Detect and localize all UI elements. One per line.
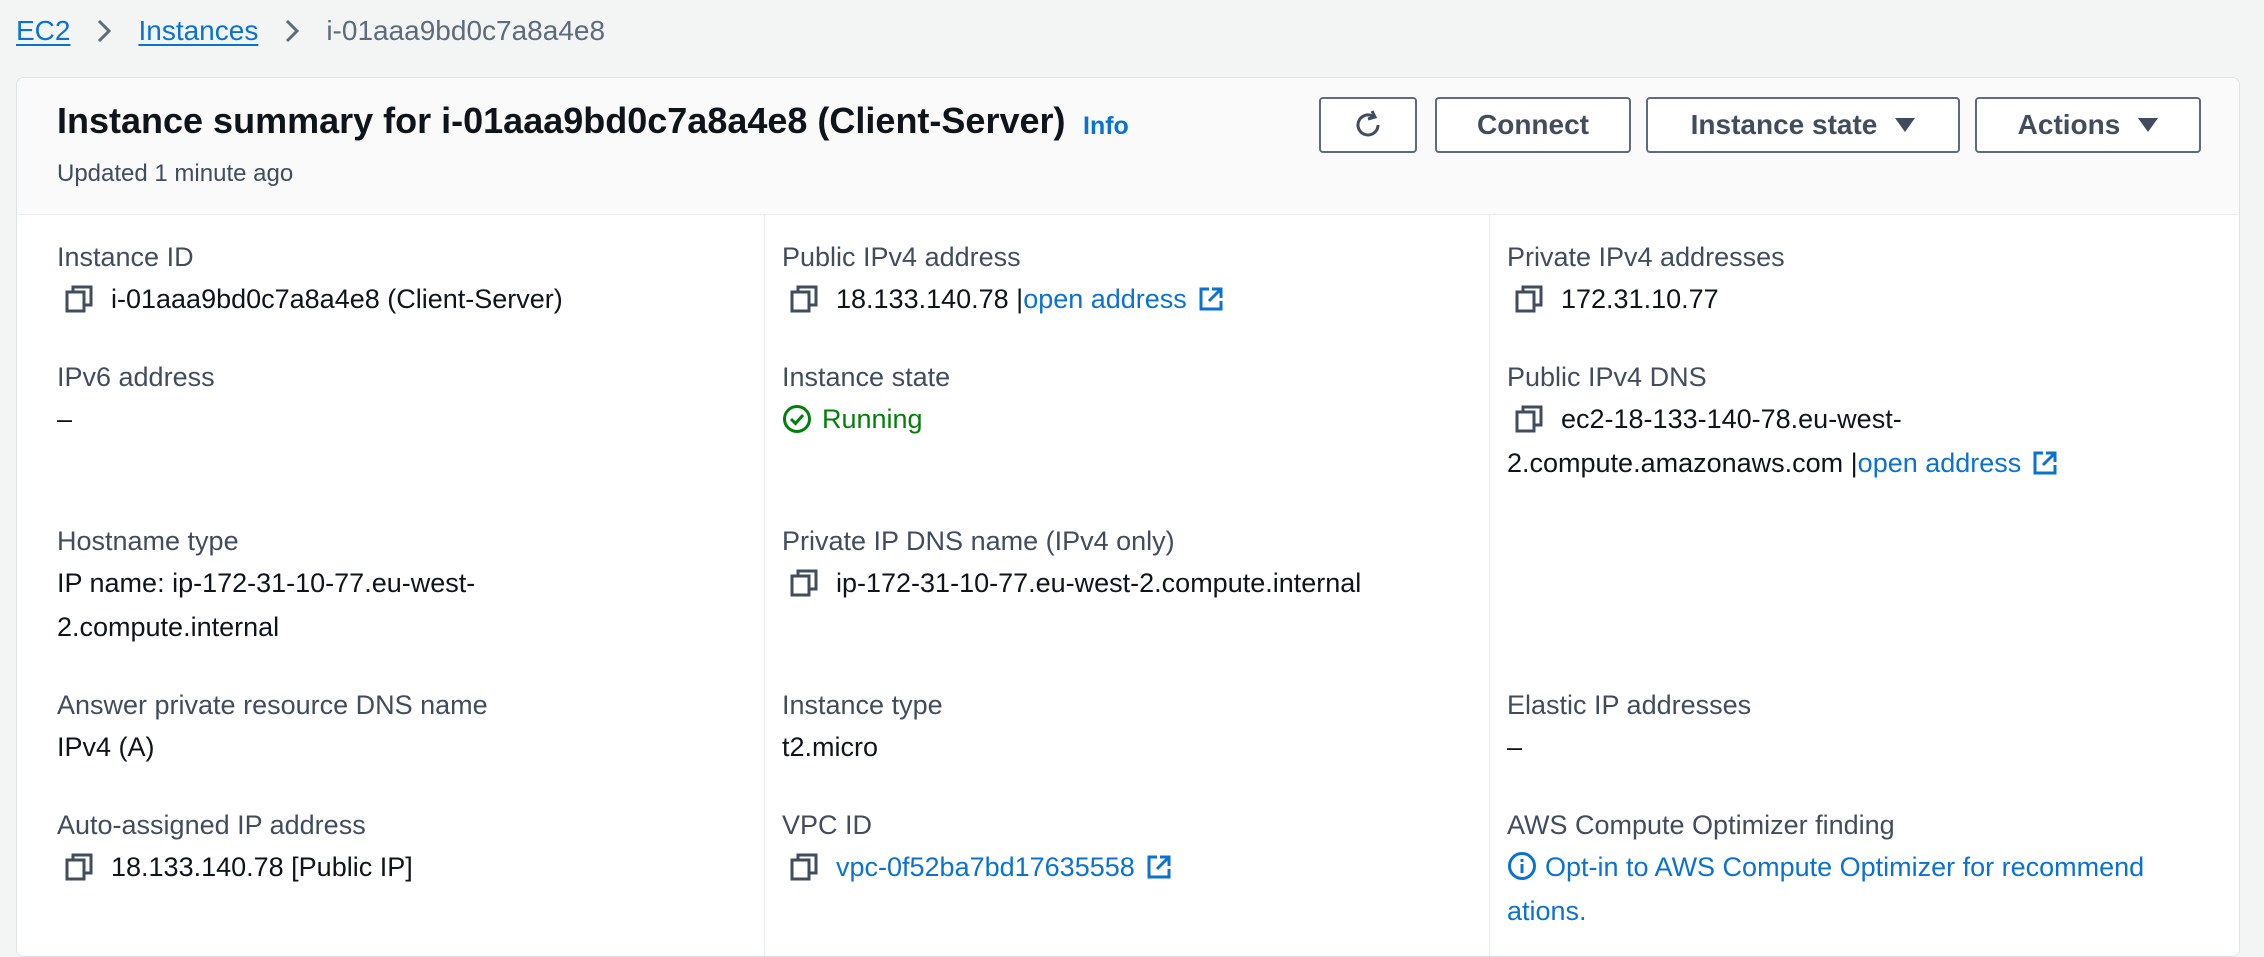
updated-timestamp: Updated 1 minute ago — [57, 160, 294, 187]
field-instance-type: Instance type t2.micro — [782, 690, 943, 769]
field-ipv6: IPv6 address – — [57, 362, 215, 441]
chevron-right-icon — [284, 18, 300, 44]
field-answer-dns: Answer private resource DNS name IPv4 (A… — [57, 690, 488, 769]
copy-icon[interactable] — [1513, 283, 1545, 315]
copy-icon[interactable] — [788, 851, 820, 883]
open-address-link[interactable]: open address — [1858, 441, 2022, 485]
caret-down-icon — [1895, 118, 1916, 132]
refresh-button[interactable] — [1319, 97, 1417, 153]
column-divider — [764, 215, 765, 956]
field-elastic-ip: Elastic IP addresses – — [1507, 690, 1751, 769]
page-title: Instance summary for i-01aaa9bd0c7a8a4e8… — [57, 100, 1066, 141]
actions-label: Actions — [2017, 109, 2121, 140]
private-dns-value: ip-172-31-10-77.eu-west-2.compute.intern… — [836, 568, 1362, 598]
field-label: IPv6 address — [57, 362, 215, 392]
external-link-icon[interactable] — [2031, 449, 2059, 477]
chevron-right-icon — [96, 18, 112, 44]
external-link-icon[interactable] — [1197, 285, 1225, 313]
field-auto-ip: Auto-assigned IP address 18.133.140.78 [… — [57, 810, 413, 889]
field-public-dns: Public IPv4 DNS ec2-18-133-140-78.eu-wes… — [1507, 362, 2059, 485]
instance-type-value: t2.micro — [782, 732, 879, 762]
copy-icon[interactable] — [788, 283, 820, 315]
hostname-type-value-line1: IP name: ip-172-31-10-77.eu-west- — [57, 568, 476, 598]
column-divider — [1489, 215, 1490, 956]
refresh-icon — [1356, 110, 1380, 137]
instance-state-dropdown[interactable]: Instance state — [1646, 97, 1960, 153]
actions-dropdown[interactable]: Actions — [1975, 97, 2201, 153]
ipv6-value: – — [57, 404, 73, 434]
breadcrumb-link-ec2[interactable]: EC2 — [16, 15, 70, 47]
instance-state-value: Running — [822, 404, 923, 434]
breadcrumb-link-instances[interactable]: Instances — [138, 15, 258, 47]
field-instance-state: Instance state Running — [782, 362, 950, 441]
field-label: Public IPv4 DNS — [1507, 362, 1707, 392]
field-instance-id: Instance ID i-01aaa9bd0c7a8a4e8 (Client-… — [57, 242, 563, 321]
field-label: Private IP DNS name (IPv4 only) — [782, 526, 1175, 556]
info-icon — [1508, 852, 1536, 880]
field-label: Answer private resource DNS name — [57, 690, 488, 720]
optimizer-link-line2[interactable]: ations. — [1507, 889, 2144, 933]
public-dns-value-line1: ec2-18-133-140-78.eu-west- — [1561, 404, 1902, 434]
field-label: Instance state — [782, 362, 951, 392]
field-label: Auto-assigned IP address — [57, 810, 366, 840]
field-vpc-id: VPC ID vpc-0f52ba7bd17635558 — [782, 810, 1173, 889]
field-private-ipv4: Private IPv4 addresses 172.31.10.77 — [1507, 242, 1785, 321]
public-dns-value-line2: 2.compute.amazonaws.com | — [1507, 448, 1858, 478]
optimizer-link-text: Opt-in to AWS Compute Optimizer for reco… — [1545, 852, 2145, 882]
info-link[interactable]: Info — [1083, 112, 1129, 141]
instance-summary-panel: Instance summary for i-01aaa9bd0c7a8a4e8… — [16, 77, 2240, 957]
field-label: Instance type — [782, 690, 943, 720]
open-address-link[interactable]: open address — [1023, 277, 1187, 321]
public-ipv4-value: 18.133.140.78 | — [836, 284, 1024, 314]
field-label: Hostname type — [57, 526, 239, 556]
elastic-ip-value: – — [1507, 732, 1523, 762]
field-label: Elastic IP addresses — [1507, 690, 1752, 720]
panel-header: Instance summary for i-01aaa9bd0c7a8a4e8… — [17, 78, 2239, 215]
field-label: AWS Compute Optimizer finding — [1507, 810, 1895, 840]
hostname-type-value-line2: 2.compute.internal — [57, 612, 280, 642]
optimizer-link-line1[interactable]: Opt-in to AWS Compute Optimizer for reco… — [1507, 845, 2144, 889]
copy-icon[interactable] — [1513, 403, 1545, 435]
field-label: Private IPv4 addresses — [1507, 242, 1785, 272]
instance-id-value: i-01aaa9bd0c7a8a4e8 (Client-Server) — [111, 284, 563, 314]
success-check-icon — [783, 405, 811, 433]
field-public-ipv4: Public IPv4 address 18.133.140.78 | open… — [782, 242, 1225, 321]
external-link-icon[interactable] — [1145, 853, 1173, 881]
field-hostname-type: Hostname type IP name: ip-172-31-10-77.e… — [57, 526, 475, 649]
field-label: Instance ID — [57, 242, 194, 272]
connect-button[interactable]: Connect — [1435, 97, 1631, 153]
answer-dns-value: IPv4 (A) — [57, 732, 155, 762]
field-private-dns: Private IP DNS name (IPv4 only) ip-172-3… — [782, 526, 1361, 605]
private-ipv4-value: 172.31.10.77 — [1561, 284, 1719, 314]
copy-icon[interactable] — [63, 283, 95, 315]
breadcrumb: EC2 Instances i-01aaa9bd0c7a8a4e8 — [16, 10, 605, 52]
copy-icon[interactable] — [63, 851, 95, 883]
caret-down-icon — [2138, 118, 2159, 132]
instance-state-label: Instance state — [1690, 109, 1878, 140]
vpc-id-link[interactable]: vpc-0f52ba7bd17635558 — [836, 845, 1135, 889]
field-compute-optimizer: AWS Compute Optimizer finding Opt-in to … — [1507, 810, 2144, 933]
field-label: Public IPv4 address — [782, 242, 1021, 272]
auto-ip-value: 18.133.140.78 [Public IP] — [111, 852, 413, 882]
copy-icon[interactable] — [788, 567, 820, 599]
breadcrumb-current: i-01aaa9bd0c7a8a4e8 — [326, 15, 606, 46]
field-label: VPC ID — [782, 810, 873, 840]
